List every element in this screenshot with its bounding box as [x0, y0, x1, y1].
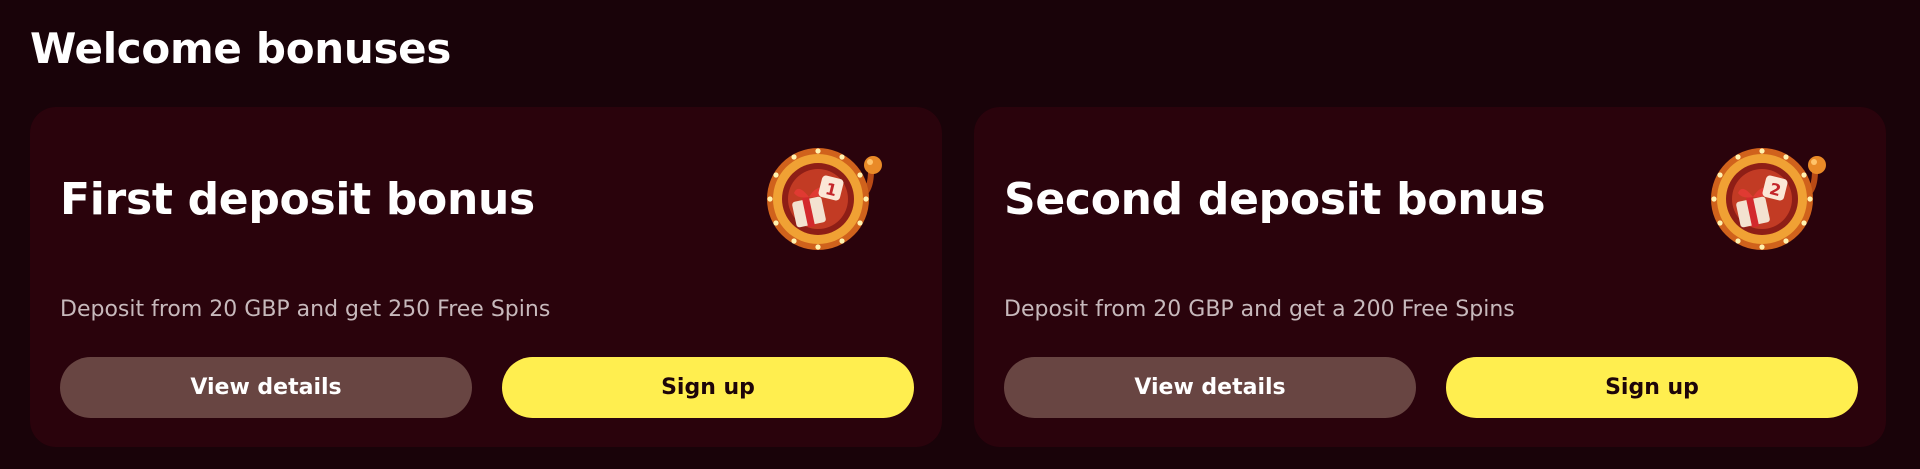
card-description: Deposit from 20 GBP and get 250 Free Spi…: [60, 297, 551, 322]
bonus-cards: First deposit bonus 1 Deposit from 20 GB…: [30, 107, 1890, 447]
card-title: Second deposit bonus: [1004, 174, 1546, 225]
bonus-card-first-deposit: First deposit bonus 1 Deposit from 20 GB…: [30, 107, 942, 447]
view-details-button[interactable]: View details: [60, 357, 472, 418]
card-description: Deposit from 20 GBP and get a 200 Free S…: [1004, 297, 1515, 322]
slot-machine-gift-icon: 1: [767, 148, 882, 250]
card-title: First deposit bonus: [60, 174, 535, 225]
bonus-card-second-deposit: Second deposit bonus 2 Deposit from 20 G…: [974, 107, 1886, 447]
sign-up-button[interactable]: Sign up: [1446, 357, 1858, 418]
card-actions: View details Sign up: [1004, 357, 1858, 418]
slot-machine-gift-icon: 2: [1711, 148, 1826, 250]
section-title: Welcome bonuses: [30, 24, 452, 73]
view-details-button[interactable]: View details: [1004, 357, 1416, 418]
card-actions: View details Sign up: [60, 357, 914, 418]
sign-up-button[interactable]: Sign up: [502, 357, 914, 418]
welcome-bonuses-section: Welcome bonuses First deposit bonus 1 De…: [0, 0, 1920, 469]
